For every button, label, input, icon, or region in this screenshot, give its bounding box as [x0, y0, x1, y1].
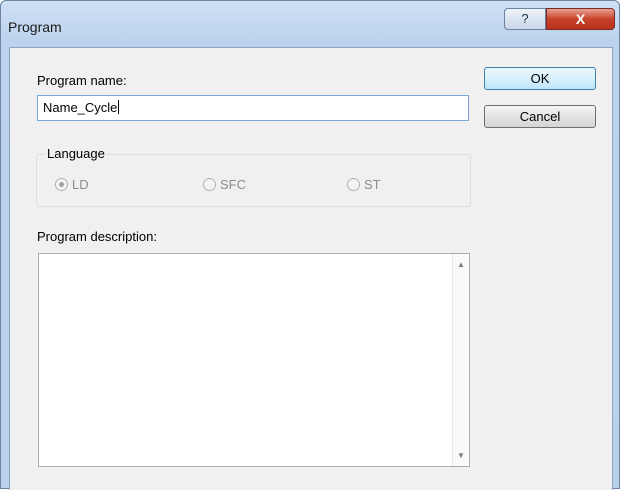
ok-button[interactable]: OK: [484, 67, 596, 90]
radio-st-label: ST: [364, 177, 381, 192]
radio-st-indicator: [347, 178, 360, 191]
cancel-button[interactable]: Cancel: [484, 105, 596, 128]
program-name-label: Program name:: [37, 73, 127, 88]
scroll-down-icon[interactable]: ▼: [453, 451, 469, 460]
text-caret: [118, 100, 120, 114]
help-icon[interactable]: ?: [504, 8, 546, 30]
radio-sfc-label: SFC: [220, 177, 246, 192]
language-group: Language LD SFC ST: [36, 146, 471, 207]
radio-sfc-indicator: [203, 178, 216, 191]
radio-sfc[interactable]: SFC: [203, 177, 246, 192]
program-description-label: Program description:: [37, 229, 157, 244]
dialog-body: Program name: Name_Cycle OK Cancel Langu…: [9, 47, 613, 490]
program-name-input[interactable]: Name_Cycle: [37, 95, 469, 121]
program-description-textarea[interactable]: ▲ ▼: [38, 253, 470, 467]
window-title: Program: [8, 19, 62, 35]
scroll-up-icon[interactable]: ▲: [453, 260, 469, 269]
program-name-value: Name_Cycle: [43, 100, 118, 115]
description-scrollbar[interactable]: ▲ ▼: [452, 254, 469, 466]
radio-ld-indicator: [55, 178, 68, 191]
radio-ld[interactable]: LD: [55, 177, 89, 192]
radio-ld-label: LD: [72, 177, 89, 192]
language-group-title: Language: [45, 146, 107, 161]
close-icon[interactable]: X: [546, 8, 615, 30]
radio-st[interactable]: ST: [347, 177, 381, 192]
dialog-window: Program ? X Program name: Name_Cycle OK …: [0, 0, 620, 490]
